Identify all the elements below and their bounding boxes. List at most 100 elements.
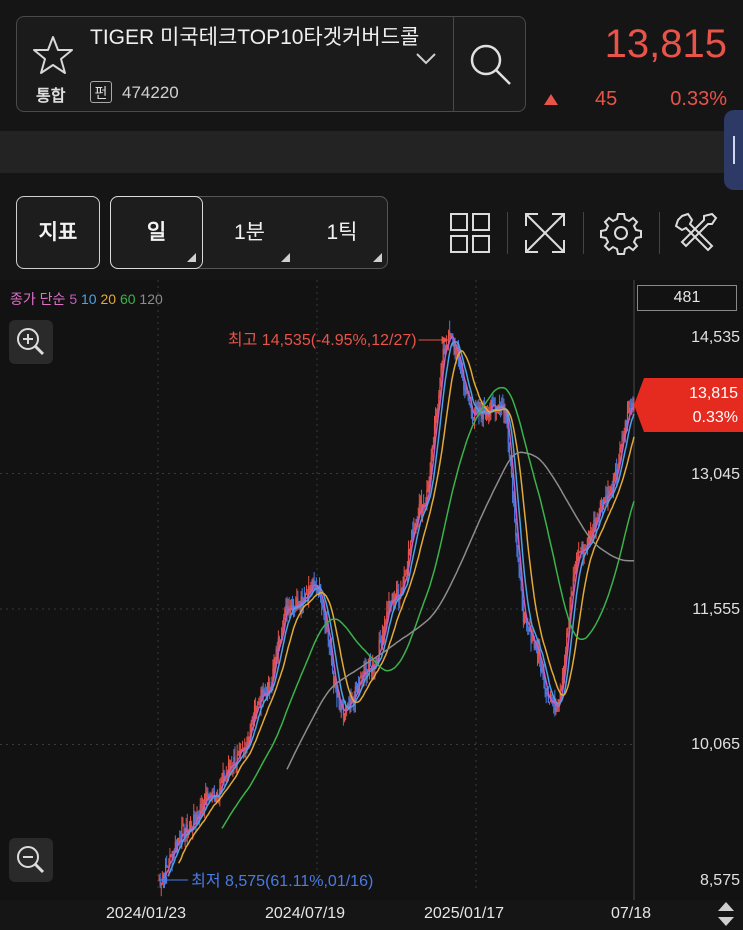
candle-body xyxy=(464,389,466,391)
zoom-out-button[interactable] xyxy=(9,838,53,882)
candle-body xyxy=(544,687,546,689)
high-price-label: 최고 14,535(-4.95%,12/27) xyxy=(228,331,417,349)
candle-body xyxy=(458,357,461,367)
candle-body xyxy=(269,682,271,689)
candle-body xyxy=(518,559,520,569)
candle-body xyxy=(200,804,202,809)
candle-body xyxy=(442,348,444,363)
y-tick-label: 8,575 xyxy=(699,872,740,889)
candle-body xyxy=(361,675,363,678)
price-chart[interactable]: 최고 14,535(-4.95%,12/27) 최저 8,575(61.11%,0… xyxy=(0,280,743,900)
candle-body xyxy=(468,400,470,404)
zoom-in-icon xyxy=(17,328,45,356)
candle-body xyxy=(528,627,530,632)
candle-body xyxy=(449,331,451,337)
candle-body xyxy=(382,634,385,636)
candle-body xyxy=(305,593,308,595)
y-tick-label: 11,555 xyxy=(692,601,740,618)
candle-body xyxy=(251,717,253,723)
search-icon[interactable] xyxy=(466,40,514,88)
candle-body xyxy=(411,530,413,542)
x-tick-label: 2025/01/17 xyxy=(424,905,505,922)
candle-body xyxy=(577,556,579,561)
candle-body xyxy=(614,469,617,477)
candle-body xyxy=(285,605,287,609)
candle-body xyxy=(189,824,192,829)
candle-body xyxy=(487,414,489,418)
candle-body xyxy=(385,621,387,625)
settings-icon[interactable] xyxy=(598,210,644,256)
candle-body xyxy=(453,343,455,346)
candle-body xyxy=(239,750,242,752)
candle-body xyxy=(443,348,445,355)
candle-body xyxy=(414,526,416,528)
candle-body xyxy=(570,595,572,602)
candle-body xyxy=(599,501,601,509)
period-day-button[interactable]: 일 xyxy=(110,196,203,269)
symbol-title[interactable]: TIGER 미국테크TOP10타겟커버드콜 xyxy=(90,25,420,51)
current-price-tag: 13,815 0.33% xyxy=(634,378,743,432)
candle-body xyxy=(515,521,517,537)
candle-body xyxy=(334,678,336,685)
candle-body xyxy=(471,411,474,419)
candle-body xyxy=(504,411,506,414)
candle-body xyxy=(309,586,311,591)
tools-icon[interactable] xyxy=(674,210,720,256)
x-tick-label: 07/18 xyxy=(611,905,652,922)
period-1min-button[interactable]: 1분 xyxy=(203,197,296,268)
scroll-updown-icon[interactable] xyxy=(716,900,736,928)
candle-body xyxy=(237,753,239,756)
candle-body xyxy=(516,536,518,548)
zoom-in-button[interactable] xyxy=(9,320,53,364)
candle-body xyxy=(258,702,260,704)
candle-body xyxy=(416,519,418,522)
candle-body xyxy=(228,763,231,768)
candle-body xyxy=(275,648,277,658)
candle-body xyxy=(179,837,181,842)
y-tick-label: 14,535 xyxy=(691,329,740,346)
side-panel-handle[interactable] xyxy=(724,110,743,190)
candle-body xyxy=(540,659,542,672)
candle-body xyxy=(336,688,338,698)
candle-body xyxy=(491,400,493,403)
candle-body xyxy=(566,632,568,651)
chevron-down-icon[interactable] xyxy=(415,52,437,66)
candle-body xyxy=(620,445,622,448)
candle-body xyxy=(166,864,168,867)
candle-body xyxy=(404,573,406,577)
candle-body xyxy=(450,334,452,337)
candle-body xyxy=(376,658,378,660)
price-change: 45 xyxy=(595,88,618,110)
candle-body xyxy=(419,500,421,505)
fullscreen-icon[interactable] xyxy=(522,210,568,256)
toolbar-divider xyxy=(583,212,584,254)
indicator-button[interactable]: 지표 xyxy=(16,196,100,269)
candle-body xyxy=(565,650,567,659)
candle-body xyxy=(412,530,414,539)
candle-body xyxy=(517,547,519,560)
candle-body xyxy=(472,418,475,420)
candle-body xyxy=(434,417,437,426)
favorite-star-icon[interactable] xyxy=(32,34,74,76)
candle-body xyxy=(541,667,543,672)
period-1tick-button[interactable]: 1틱 xyxy=(296,197,388,268)
candle-count-box[interactable]: 481 xyxy=(637,285,737,311)
candle-body xyxy=(519,568,521,577)
current-price-tag-price: 13,815 xyxy=(689,385,738,402)
period-selector: 일 1분 1틱 xyxy=(110,196,388,269)
market-tag: 통합 xyxy=(36,88,66,105)
candle-body xyxy=(212,791,214,793)
candle-body xyxy=(360,675,362,679)
candle-body xyxy=(613,476,616,478)
candle-body xyxy=(267,682,270,687)
x-tick-label: 2024/07/19 xyxy=(265,905,346,922)
candle-body xyxy=(403,576,405,583)
candle-body xyxy=(310,584,312,591)
candle-body xyxy=(158,878,160,880)
layout-grid-icon[interactable] xyxy=(447,210,493,256)
candle-body xyxy=(355,686,358,691)
ma-legend: 종가 단순 5 10 20 60 120 xyxy=(10,289,163,309)
candle-body xyxy=(322,604,324,609)
candle-body xyxy=(581,544,583,552)
ma-legend-prefix: 종가 단순 xyxy=(10,291,66,307)
